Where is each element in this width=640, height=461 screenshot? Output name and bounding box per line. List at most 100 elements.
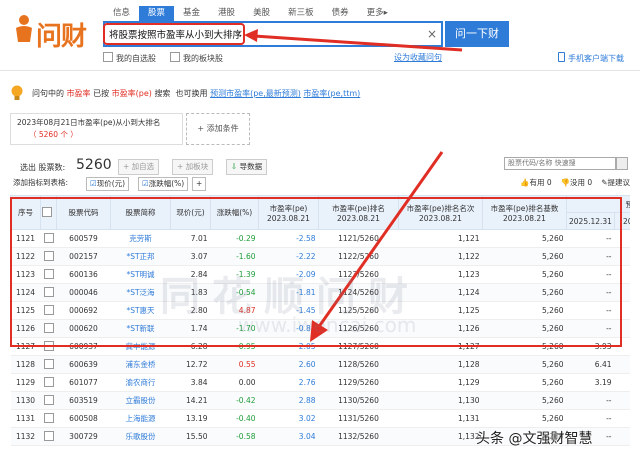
- field-chip-change[interactable]: ☑涨跌幅(%): [138, 177, 189, 191]
- col-header[interactable]: 序号: [10, 195, 41, 230]
- pe-rank-cell: 1132/5260: [318, 427, 399, 446]
- row-checkbox[interactable]: [40, 265, 57, 284]
- forecast-pe-cell: --: [566, 265, 615, 284]
- add-watchlist-button[interactable]: + 加自选: [118, 159, 160, 175]
- table-row[interactable]: 1128 600639 浦东金桥 12.72 0.55 2.60 1128/5260 1,12…: [10, 355, 630, 374]
- export-button[interactable]: ⇩ 导数据: [226, 159, 268, 175]
- stock-name-link[interactable]: 克劳斯: [110, 229, 171, 248]
- col-header[interactable]: 股票简称: [110, 195, 171, 230]
- price-cell: 14.21: [170, 391, 211, 410]
- row-checkbox[interactable]: [40, 355, 57, 374]
- forecast-pe-cell: --: [566, 409, 615, 428]
- col-header[interactable]: 现价(元): [170, 195, 211, 230]
- stock-name-link[interactable]: *ST新联: [110, 319, 171, 338]
- pe-cell: 2.88: [258, 391, 319, 410]
- change-cell: -0.29: [210, 229, 259, 248]
- alt-term-link[interactable]: 市盈率(pe,ttm): [303, 89, 360, 98]
- forecast-2024-cell: [614, 319, 630, 338]
- nav-tab[interactable]: 港股: [209, 6, 244, 21]
- forecast-pe-cell: --: [566, 229, 615, 248]
- query-info-bar: 问句中的 市盈率 已按 市盈率(pe) 搜索 也可换用 预测市盈率(pe,最新预…: [10, 83, 630, 107]
- checkbox-icon: [43, 287, 54, 297]
- wencai-logo[interactable]: 问财: [10, 8, 94, 54]
- table-row[interactable]: 1129 601077 渝农商行 3.84 0.00 2.76 1129/5260 1,129…: [10, 373, 630, 392]
- my-stocks-label: 我的自选股: [116, 54, 156, 63]
- stock-name-link[interactable]: 立霸股份: [110, 391, 171, 410]
- row-checkbox[interactable]: [40, 301, 57, 320]
- row-checkbox[interactable]: [40, 373, 57, 392]
- price-cell: 13.19: [170, 409, 211, 428]
- nav-tab[interactable]: 债券: [323, 6, 358, 21]
- stock-name-link[interactable]: 浦东金桥: [110, 355, 171, 374]
- nav-tab[interactable]: 基金: [174, 6, 209, 21]
- download-icon: ⇩: [231, 162, 240, 171]
- stock-code: 000620: [56, 319, 111, 338]
- field-chip-price[interactable]: ☑现价(元): [86, 177, 130, 191]
- nav-tab[interactable]: 信息: [104, 6, 139, 21]
- alt-term-link[interactable]: 预测市盈率(pe,最新预测): [210, 89, 301, 98]
- field-chip-label: 现价(元): [96, 179, 126, 188]
- mobile-download-label: 手机客户端下载: [568, 54, 624, 63]
- col-header[interactable]: 涨跌幅(%): [210, 195, 259, 230]
- info-mid: 也可换用: [175, 89, 208, 98]
- row-checkbox[interactable]: [40, 229, 57, 248]
- forecast-2024-cell: [614, 283, 630, 302]
- stock-name-link[interactable]: *ST正邦: [110, 247, 171, 266]
- pe-rank-base-cell: 5,260: [482, 265, 567, 284]
- pe-rank-base-cell: 5,260: [482, 409, 567, 428]
- stock-name-link[interactable]: 乐歌股份: [110, 427, 171, 446]
- mobile-download-link[interactable]: 手机客户端下载: [558, 52, 624, 64]
- suggest-button[interactable]: ✎提建议: [601, 177, 630, 188]
- useful-button[interactable]: 👍有用 0: [520, 177, 552, 188]
- col-header[interactable]: 市盈率(pe)排名基数 2023.08.21: [482, 195, 567, 230]
- price-cell: 15.50: [170, 427, 211, 446]
- row-checkbox[interactable]: [40, 247, 57, 266]
- table-row[interactable]: 1130 603519 立霸股份 14.21 -0.42 2.88 1130/5260 1,1…: [10, 391, 630, 410]
- checkbox-icon: [42, 207, 52, 217]
- stock-name-link[interactable]: 上海能源: [110, 409, 171, 428]
- change-cell: 0.00: [210, 373, 259, 392]
- stock-name-link[interactable]: 渝农商行: [110, 373, 171, 392]
- forecast-pe-cell: --: [566, 283, 615, 302]
- row-checkbox[interactable]: [40, 427, 57, 446]
- my-stocks-checkbox[interactable]: 我的自选股: [103, 52, 156, 64]
- stock-name-link[interactable]: 冀中能源: [110, 337, 171, 356]
- useless-button[interactable]: 👎没用 0: [561, 177, 593, 188]
- nav-tab[interactable]: 股票: [139, 6, 175, 21]
- row-checkbox[interactable]: [40, 337, 57, 356]
- favorite-link[interactable]: 设为收藏问句: [394, 52, 442, 63]
- add-field-button[interactable]: +: [192, 177, 207, 191]
- info-mid: 搜索: [154, 89, 171, 98]
- change-cell: -0.95: [210, 337, 259, 356]
- pe-rank-base-cell: 5,260: [482, 247, 567, 266]
- code-search-input[interactable]: [504, 157, 616, 170]
- table-row[interactable]: 1131 600508 上海能源 13.19 -0.40 3.02 1131/5260 1,1…: [10, 409, 630, 428]
- col-subheader[interactable]: 2025.12.31: [566, 212, 615, 230]
- row-checkbox[interactable]: [40, 391, 57, 410]
- forecast-2024-cell: [614, 409, 630, 428]
- selected-count: 5260: [76, 157, 112, 173]
- row-checkbox[interactable]: [40, 409, 57, 428]
- forecast-2024-cell: [614, 247, 630, 266]
- col-header[interactable]: 股票代码: [56, 195, 111, 230]
- col-subheader[interactable]: 2024: [614, 212, 630, 230]
- change-cell: -0.40: [210, 409, 259, 428]
- add-condition-button[interactable]: + 添加条件: [186, 113, 250, 145]
- watermark-url: www.iwencai.com: [238, 313, 417, 337]
- my-sectors-checkbox[interactable]: 我的板块股: [170, 52, 223, 64]
- row-checkbox[interactable]: [40, 283, 57, 302]
- condition-card[interactable]: 2023年08月21日市盈率(pe)从小到大排名 （ 5260 个 ）: [10, 113, 183, 145]
- forecast-2024-cell: [614, 373, 630, 392]
- stock-code: 600639: [56, 355, 111, 374]
- search-icon[interactable]: [616, 157, 628, 170]
- info-mid: 已按: [93, 89, 110, 98]
- add-sector-button[interactable]: + 加板块: [172, 159, 214, 175]
- stock-code: 600508: [56, 409, 111, 428]
- nav-tab[interactable]: 新三板: [279, 6, 323, 21]
- col-header[interactable]: 预测市: [566, 195, 630, 213]
- row-checkbox[interactable]: [40, 319, 57, 338]
- add-watchlist-label: 加自选: [131, 162, 155, 171]
- nav-tab[interactable]: 更多▸: [358, 6, 397, 21]
- nav-tab[interactable]: 美股: [244, 6, 279, 21]
- select-all-checkbox[interactable]: [40, 195, 57, 230]
